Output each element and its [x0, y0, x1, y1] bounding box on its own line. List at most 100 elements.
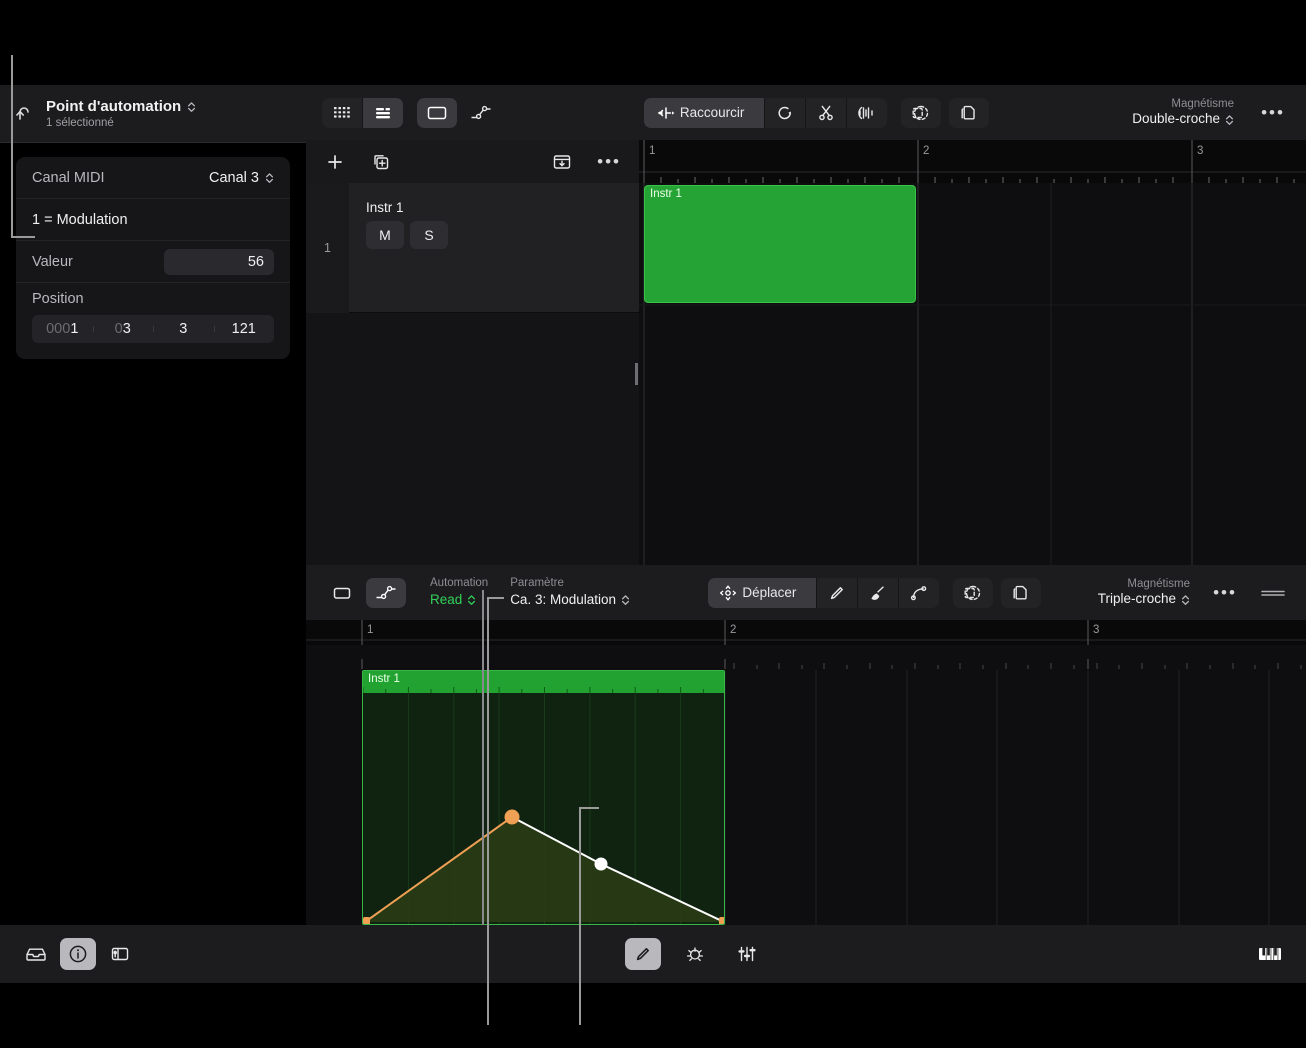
position-segment-bar[interactable]: 0001: [32, 321, 93, 337]
arrange-ruler[interactable]: 1 2 3: [639, 140, 1306, 183]
move-tool-label: Déplacer: [742, 585, 797, 600]
parameter-field[interactable]: Paramètre Ca. 3: Modulation: [510, 576, 630, 608]
trim-button[interactable]: Raccourcir: [643, 97, 765, 128]
marquee-select-icon: [963, 584, 983, 602]
velocity-button[interactable]: [677, 938, 713, 970]
chevron-updown-icon: [187, 101, 196, 113]
view-mode-group: [322, 97, 403, 128]
value-row[interactable]: Valeur 56: [16, 241, 290, 283]
automation-value-row[interactable]: Read: [430, 591, 488, 609]
automation-editor: Automation Read Paramètre Ca. 3: Modulat…: [306, 565, 1306, 925]
callout-line-point1-horizontal: [487, 597, 504, 599]
automation-mode-button[interactable]: [461, 98, 501, 128]
copy-button[interactable]: [949, 97, 990, 128]
list-view-button[interactable]: [363, 97, 403, 128]
automation-mode-field[interactable]: Automation Read: [430, 576, 488, 608]
svg-text:1: 1: [367, 624, 373, 636]
automation-value: Read: [430, 592, 463, 608]
automation-point-card: Canal MIDI Canal 3 1 = Modulation Valeur…: [16, 157, 290, 359]
grid-view-icon: [333, 104, 351, 122]
marquee-select-button[interactable]: [901, 97, 942, 128]
scissors-button[interactable]: [806, 98, 846, 128]
list-view-icon: [374, 104, 392, 122]
solo-button[interactable]: S: [410, 221, 448, 249]
arrange-more-button[interactable]: •••: [1256, 98, 1290, 128]
library-button[interactable]: [18, 938, 54, 970]
editor-canvas[interactable]: Instr 1: [306, 590, 1306, 925]
midi-channel-label: Canal MIDI: [32, 169, 105, 186]
back-arrow-icon[interactable]: [14, 103, 36, 125]
editor-region-mode-button[interactable]: [322, 578, 362, 608]
snap-value: Triple-croche: [1097, 591, 1176, 607]
library-icon: [25, 945, 47, 963]
editor-resize-handle[interactable]: [1256, 578, 1290, 608]
pencil-button[interactable]: [625, 938, 661, 970]
editor-playhead[interactable]: [482, 590, 484, 925]
arrange-area: Raccourcir Magnétisme Double-croche ••• …: [306, 85, 1306, 565]
mute-button[interactable]: M: [366, 221, 404, 249]
position-segment-beat[interactable]: 03: [92, 321, 154, 337]
callout-line-inspector-horizontal: [11, 236, 35, 238]
import-button[interactable]: [551, 147, 573, 177]
inspector-title-row[interactable]: Point d'automation: [46, 98, 196, 115]
add-track-button[interactable]: [324, 147, 346, 177]
brush-tool-button[interactable]: [858, 578, 898, 608]
snap-control[interactable]: Magnétisme Double-croche: [1132, 97, 1234, 128]
midi-channel-row[interactable]: Canal MIDI Canal 3: [16, 157, 290, 199]
snap-value-row[interactable]: Double-croche: [1132, 111, 1234, 128]
callout-line-point1-vertical: [487, 597, 489, 1025]
value-label: Valeur: [32, 253, 73, 270]
controller-row[interactable]: 1 = Modulation: [16, 199, 290, 241]
arrange-canvas[interactable]: Instr 1: [635, 183, 1306, 565]
grid-view-button[interactable]: [322, 98, 362, 128]
track-more-button[interactable]: •••: [597, 147, 621, 177]
track-name[interactable]: Instr 1: [366, 200, 404, 215]
callout-line-inspector-vertical: [11, 55, 13, 237]
faders-button[interactable]: [729, 938, 765, 970]
editor-ruler[interactable]: 1 2 3: [306, 620, 1306, 645]
loop-button[interactable]: [765, 98, 805, 128]
chevron-updown-icon: [265, 172, 274, 184]
copy-icon: [1012, 584, 1030, 602]
editor-more-button[interactable]: •••: [1208, 578, 1242, 608]
editor-mode-group: [322, 577, 406, 608]
side-panel-icon: [110, 945, 130, 963]
move-tool-button[interactable]: Déplacer: [708, 577, 817, 608]
parameter-caption: Paramètre: [510, 577, 564, 590]
position-field[interactable]: 0001 03 3 121: [32, 315, 274, 343]
side-panel-button[interactable]: [102, 938, 138, 970]
editor-automation-mode-button[interactable]: [366, 577, 406, 608]
track-list-toolbar: •••: [306, 140, 639, 183]
pencil-tool-icon: [634, 945, 652, 963]
callout-line-point2-vertical: [579, 807, 581, 1025]
editor-tool-group: Déplacer: [708, 577, 940, 608]
editor-marquee-select-button[interactable]: [953, 577, 994, 608]
duplicate-track-button[interactable]: [370, 147, 392, 177]
info-button[interactable]: [60, 938, 96, 970]
automation-region-header[interactable]: Instr 1: [363, 671, 724, 693]
position-block: Position 0001 03 3 121: [16, 283, 290, 359]
region-mode-button[interactable]: [417, 97, 457, 128]
playhead-marker[interactable]: [635, 363, 638, 385]
parameter-value-row[interactable]: Ca. 3: Modulation: [510, 591, 630, 609]
track-number: 1: [306, 183, 349, 313]
editor-copy-button[interactable]: [1001, 577, 1042, 608]
automation-mode-icon: [470, 104, 492, 122]
snap-value-row[interactable]: Triple-croche: [1098, 591, 1190, 608]
region-mode-icon: [331, 584, 353, 602]
info-icon: [68, 944, 88, 964]
pencil-tool-icon: [828, 584, 846, 602]
editor-snap-control[interactable]: Magnétisme Triple-croche: [1098, 577, 1190, 608]
automation-region[interactable]: Instr 1: [362, 670, 725, 925]
piano-keyboard-button[interactable]: [1252, 938, 1288, 970]
brush-tool-icon: [869, 584, 887, 602]
region-instr1[interactable]: Instr 1: [644, 185, 916, 303]
position-segment-division[interactable]: 3: [153, 321, 214, 337]
position-segment-ticks[interactable]: 121: [213, 321, 275, 337]
split-button[interactable]: [847, 98, 887, 128]
curve-tool-button[interactable]: [899, 578, 939, 608]
midi-channel-value-wrap[interactable]: Canal 3: [209, 170, 274, 186]
pencil-tool-button[interactable]: [817, 578, 857, 608]
track-row[interactable]: 1 Instr 1 M S: [306, 183, 923, 313]
value-field[interactable]: 56: [164, 248, 274, 275]
